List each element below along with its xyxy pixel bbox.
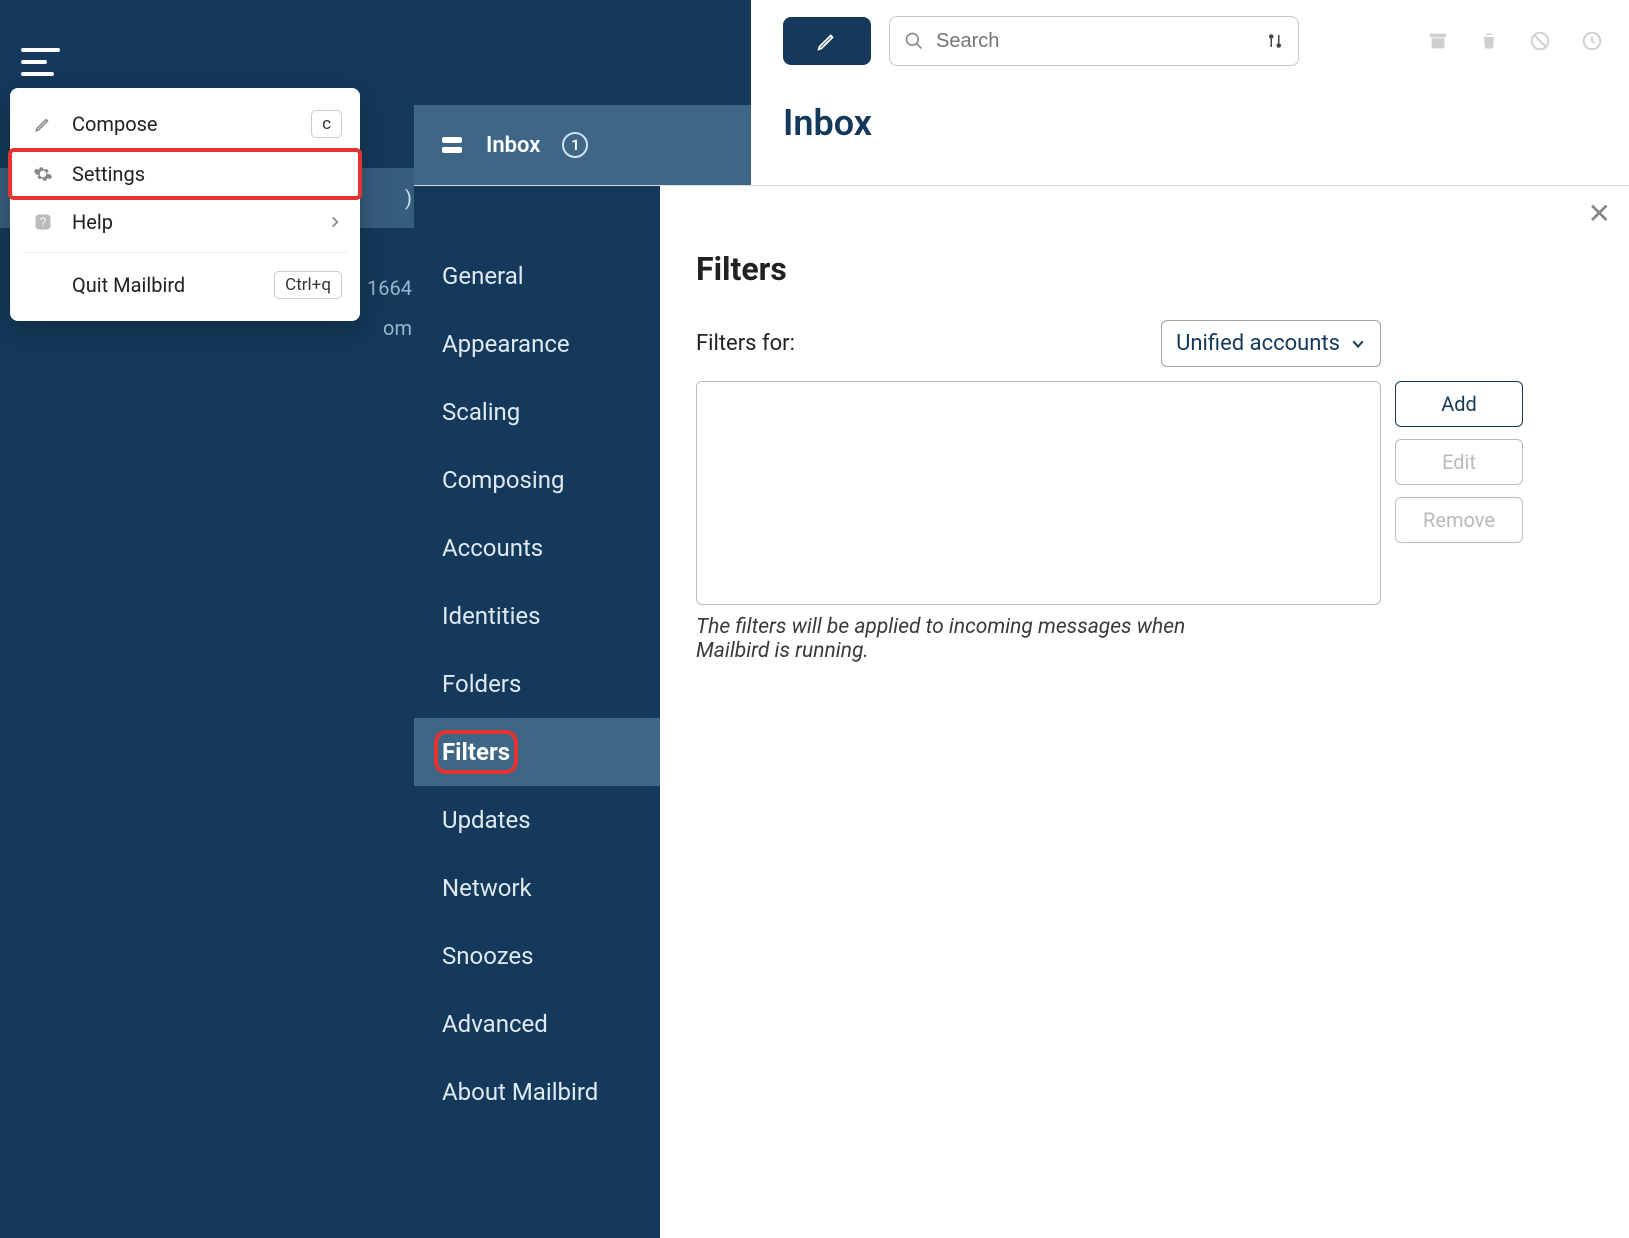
- toolbar: [751, 0, 1629, 82]
- settings-nav-scaling[interactable]: Scaling: [414, 378, 660, 446]
- settings-nav-folders[interactable]: Folders: [414, 650, 660, 718]
- menu-item-label: Compose: [72, 112, 311, 136]
- settings-nav-about[interactable]: About Mailbird: [414, 1058, 660, 1126]
- folder-row-value: om: [383, 316, 414, 340]
- help-icon: ?: [28, 212, 58, 232]
- settings-nav-network[interactable]: Network: [414, 854, 660, 922]
- pencil-icon: [28, 115, 58, 133]
- search-box[interactable]: [889, 16, 1299, 66]
- edit-filter-button: Edit: [1395, 439, 1523, 485]
- menu-item-settings[interactable]: Settings: [10, 150, 360, 198]
- inbox-label: Inbox: [486, 133, 540, 158]
- menu-item-label: Settings: [72, 162, 342, 186]
- dropdown-value: Unified accounts: [1176, 331, 1340, 356]
- menu-item-quit[interactable]: Quit Mailbird Ctrl+q: [10, 259, 360, 311]
- menu-item-compose[interactable]: Compose c: [10, 98, 360, 150]
- settings-nav-identities[interactable]: Identities: [414, 582, 660, 650]
- menu-item-label: Quit Mailbird: [72, 273, 274, 297]
- search-icon: [904, 31, 924, 51]
- block-icon[interactable]: [1529, 30, 1551, 52]
- menu-item-shortcut: c: [311, 110, 342, 138]
- settings-dialog: General Appearance Scaling Composing Acc…: [414, 185, 1629, 1238]
- folder-row-value: 1664: [367, 276, 414, 300]
- svg-text:?: ?: [40, 216, 47, 229]
- settings-nav-updates[interactable]: Updates: [414, 786, 660, 854]
- settings-nav-composing[interactable]: Composing: [414, 446, 660, 514]
- settings-nav-snoozes[interactable]: Snoozes: [414, 922, 660, 990]
- filters-account-dropdown[interactable]: Unified accounts: [1161, 320, 1381, 367]
- settings-nav-accounts[interactable]: Accounts: [414, 514, 660, 582]
- menu-item-label: Help: [72, 210, 328, 234]
- clock-icon[interactable]: [1581, 30, 1603, 52]
- folder-row-tail: ): [405, 186, 414, 210]
- inbox-tab[interactable]: Inbox 1: [414, 105, 751, 185]
- chevron-right-icon: [328, 215, 342, 229]
- remove-filter-button: Remove: [1395, 497, 1523, 543]
- gear-icon: [28, 164, 58, 184]
- settings-nav-advanced[interactable]: Advanced: [414, 990, 660, 1058]
- archive-icon[interactable]: [1427, 30, 1449, 52]
- toolbar-action-icons: [1427, 30, 1613, 52]
- chevron-down-icon: [1350, 336, 1366, 352]
- filters-hint: The filters will be applied to incoming …: [696, 615, 1236, 663]
- settings-body: ✕ Filters Filters for: Unified accounts …: [660, 186, 1629, 1238]
- menu-item-help[interactable]: ? Help: [10, 198, 360, 246]
- filters-list[interactable]: [696, 381, 1381, 605]
- search-input[interactable]: [934, 29, 1256, 54]
- filters-for-label: Filters for:: [696, 331, 795, 356]
- settings-nav-appearance[interactable]: Appearance: [414, 310, 660, 378]
- compose-button[interactable]: [783, 17, 871, 65]
- settings-nav: General Appearance Scaling Composing Acc…: [414, 186, 660, 1238]
- filters-buttons: Add Edit Remove: [1395, 381, 1523, 543]
- settings-nav-general[interactable]: General: [414, 242, 660, 310]
- hamburger-menu-button[interactable]: [21, 48, 60, 76]
- search-options-icon[interactable]: [1266, 32, 1284, 50]
- trash-icon[interactable]: [1479, 30, 1499, 52]
- menu-item-shortcut: Ctrl+q: [274, 271, 342, 299]
- page-title: Inbox: [751, 82, 1629, 174]
- settings-nav-filters[interactable]: Filters: [414, 718, 660, 786]
- app-menu-dropdown: Compose c Settings ? Help Quit Mailbird …: [10, 88, 360, 321]
- add-filter-button[interactable]: Add: [1395, 381, 1523, 427]
- unread-badge: 1: [562, 132, 588, 158]
- inbox-icon: [440, 135, 464, 155]
- settings-heading: Filters: [696, 250, 1593, 288]
- menu-separator: [22, 252, 348, 253]
- close-icon[interactable]: ✕: [1588, 200, 1611, 228]
